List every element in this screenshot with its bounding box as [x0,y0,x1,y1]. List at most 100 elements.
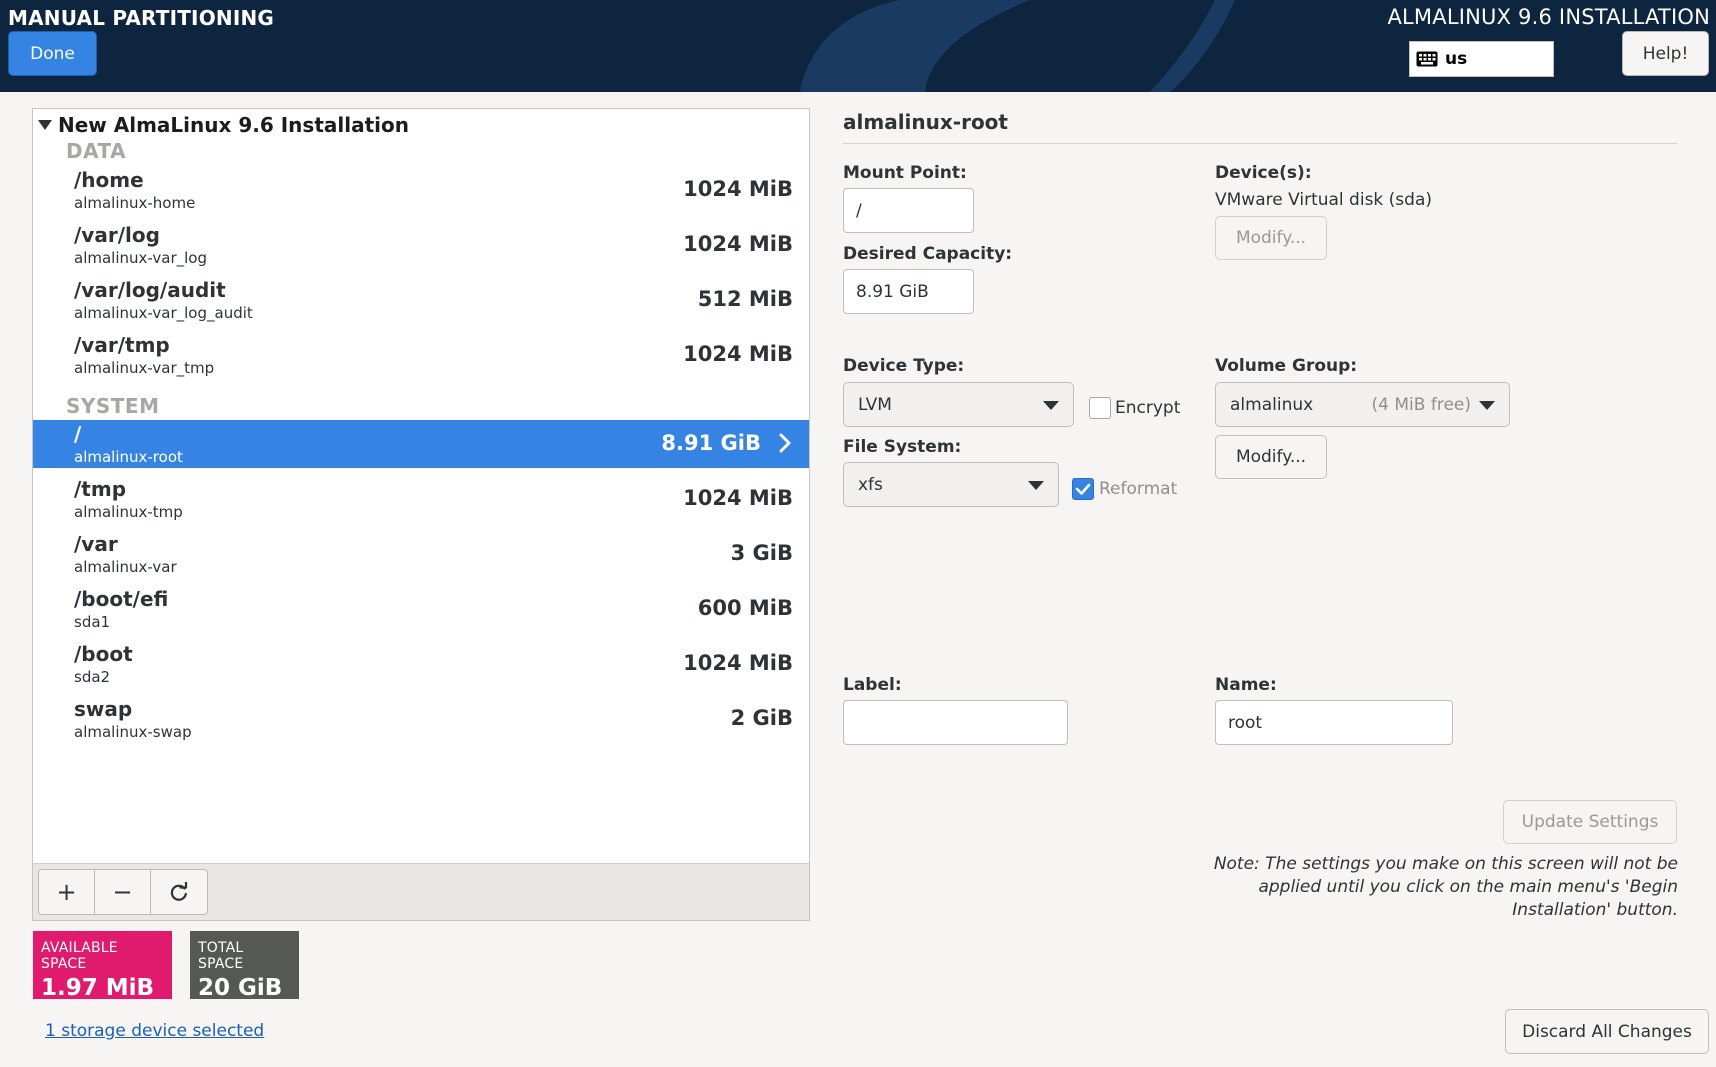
mount-row-boot[interactable]: /boot sda2 1024 MiB [33,640,809,688]
selected-device-title: almalinux-root [843,110,1008,134]
mount-row-swap[interactable]: swap almalinux-swap 2 GiB [33,695,809,743]
file-system-value: xfs [858,474,883,495]
mount-row-var-log-audit[interactable]: /var/log/audit almalinux-var_log_audit 5… [33,276,809,324]
mount-row-tmp[interactable]: /tmp almalinux-tmp 1024 MiB [33,475,809,523]
chevron-down-icon [1043,401,1059,410]
file-system-select[interactable]: xfs [843,462,1059,507]
mount-point-label: Mount Point: [843,163,967,183]
device-name-label: almalinux-root [74,448,183,466]
expander-triangle-icon[interactable] [38,120,52,130]
total-space-value: 20 GiB [198,975,283,1001]
mount-row-var-log[interactable]: /var/log almalinux-var_log 1024 MiB [33,221,809,269]
spoke-title: MANUAL PARTITIONING [8,6,275,30]
device-name-label: almalinux-tmp [74,503,183,521]
add-mount-point-button[interactable]: + [39,870,95,914]
group-header-system: SYSTEM [66,394,160,418]
size-label: 1024 MiB [683,342,793,366]
mount-point-input[interactable] [843,188,974,233]
encrypt-checkbox[interactable] [1089,397,1111,419]
mount-point-label: /var/log/audit [74,278,226,302]
mount-point-label: /home [74,168,144,192]
mount-point-label: swap [74,697,133,721]
keyboard-layout-indicator[interactable]: us [1409,41,1554,77]
partition-toolbar-buttons: + − [38,869,208,915]
label-field-label: Label: [843,675,902,695]
mount-row-boot-efi[interactable]: /boot/efi sda1 600 MiB [33,585,809,633]
encrypt-label: Encrypt [1115,398,1181,418]
available-space-badge: AVAILABLE SPACE 1.97 MiB [33,931,172,1001]
mount-point-label: /boot [74,642,133,666]
discard-all-changes-button[interactable]: Discard All Changes [1505,1009,1709,1054]
checkmark-icon [1075,483,1091,495]
chevron-right-icon [779,433,791,453]
mount-point-label: /var/tmp [74,333,170,357]
device-name-label: sda1 [74,613,111,631]
devices-label: Device(s): [1215,163,1312,183]
size-label: 600 MiB [697,596,793,620]
volume-group-value: almalinux [1230,394,1314,415]
available-space-label: AVAILABLE SPACE [41,940,118,972]
mount-row-var-tmp[interactable]: /var/tmp almalinux-var_tmp 1024 MiB [33,331,809,379]
keyboard-icon [1416,51,1438,67]
size-label: 1024 MiB [683,651,793,675]
device-name-label: almalinux-swap [74,723,192,741]
header-bar: MANUAL PARTITIONING Done ALMALINUX 9.6 I… [0,0,1716,92]
installation-tree-root-label: New AlmaLinux 9.6 Installation [58,113,409,137]
mount-point-label: / [74,422,82,446]
chevron-down-icon [1028,481,1044,490]
refresh-button[interactable] [151,870,207,914]
settings-note: Note: The settings you make on this scre… [1213,854,1678,920]
devices-modify-button[interactable]: Modify... [1215,216,1327,260]
mount-row-root[interactable]: / almalinux-root 8.91 GiB [33,420,809,468]
keyboard-layout-value: us [1445,49,1468,69]
available-space-value: 1.97 MiB [41,975,155,1001]
device-type-value: LVM [858,394,892,415]
device-type-label: Device Type: [843,356,965,376]
help-button[interactable]: Help! [1622,31,1709,76]
volume-group-label: Volume Group: [1215,356,1358,376]
reformat-label: Reformat [1099,479,1178,499]
file-system-label: File System: [843,437,962,457]
mount-point-label: /var [74,532,118,556]
product-title: ALMALINUX 9.6 INSTALLATION [1387,5,1710,29]
size-label: 2 GiB [730,706,793,730]
name-input[interactable] [1215,700,1453,745]
installation-tree-root[interactable]: New AlmaLinux 9.6 Installation [36,112,409,138]
mount-row-var[interactable]: /var almalinux-var 3 GiB [33,530,809,578]
device-name-label: almalinux-var [74,558,177,576]
device-type-select[interactable]: LVM [843,382,1074,427]
desired-capacity-label: Desired Capacity: [843,244,1013,264]
mount-point-label: /boot/efi [74,587,169,611]
device-name-label: almalinux-home [74,194,196,212]
name-field-label: Name: [1215,675,1277,695]
volume-group-free-space: (4 MiB free) [1371,395,1471,415]
done-button[interactable]: Done [8,31,97,76]
size-label: 1024 MiB [683,232,793,256]
total-space-badge: TOTAL SPACE 20 GiB [190,931,299,1001]
devices-value: VMware Virtual disk (sda) [1215,190,1432,210]
mount-point-label: /var/log [74,223,160,247]
total-space-label: TOTAL SPACE [198,940,244,972]
refresh-icon [170,882,188,901]
storage-device-selected-link[interactable]: 1 storage device selected [45,1021,264,1041]
volume-group-select[interactable]: almalinux (4 MiB free) [1215,382,1510,427]
divider [843,143,1677,144]
partition-toolbar: + − [33,863,809,920]
size-label: 8.91 GiB [661,431,761,455]
volume-group-modify-button[interactable]: Modify... [1215,435,1327,479]
device-name-label: almalinux-var_tmp [74,359,215,377]
size-label: 1024 MiB [683,486,793,510]
size-label: 3 GiB [730,541,793,565]
reformat-checkbox[interactable] [1072,478,1094,500]
mount-point-list-panel: New AlmaLinux 9.6 Installation DATA /hom… [32,108,810,921]
mount-point-label: /tmp [74,477,127,501]
desired-capacity-input[interactable] [843,269,974,314]
device-name-label: almalinux-var_log_audit [74,304,253,322]
mount-row-home[interactable]: /home almalinux-home 1024 MiB [33,166,809,214]
group-header-data: DATA [66,139,127,163]
remove-mount-point-button[interactable]: − [95,870,151,914]
device-name-label: sda2 [74,668,111,686]
chevron-down-icon [1479,401,1495,410]
label-input[interactable] [843,700,1068,745]
update-settings-button[interactable]: Update Settings [1503,800,1677,844]
